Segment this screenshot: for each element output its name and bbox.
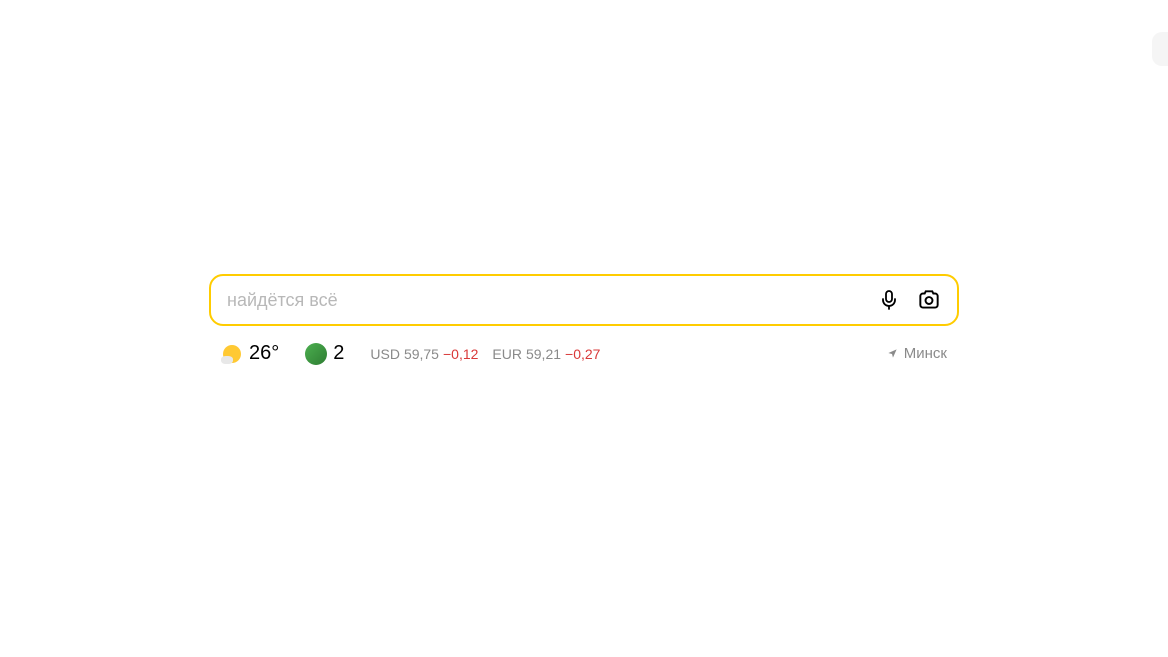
voice-search-button[interactable] — [875, 286, 903, 314]
eur-code: EUR — [492, 346, 522, 362]
search-bar — [209, 274, 959, 326]
eur-rate[interactable]: EUR 59,21 −0,27 — [492, 346, 600, 362]
eur-change: −0,27 — [565, 346, 600, 362]
weather-widget[interactable]: 26° — [221, 342, 279, 365]
location-arrow-icon — [887, 348, 899, 360]
usd-change: −0,12 — [443, 346, 478, 362]
image-search-button[interactable] — [915, 286, 943, 314]
traffic-widget[interactable]: 2 — [305, 342, 344, 365]
search-input[interactable] — [227, 290, 875, 311]
traffic-level-value: 2 — [333, 342, 344, 365]
location-widget[interactable]: Минск — [887, 345, 947, 362]
usd-rate[interactable]: USD 59,75 −0,12 — [370, 346, 478, 362]
main-container: 26° 2 USD 59,75 −0,12 EUR 59,21 −0,27 — [209, 274, 959, 365]
traffic-status-icon — [305, 343, 327, 365]
currency-rates: USD 59,75 −0,12 EUR 59,21 −0,27 — [370, 346, 600, 362]
location-city: Минск — [904, 345, 947, 362]
search-icons-group — [875, 286, 943, 314]
info-row: 26° 2 USD 59,75 −0,12 EUR 59,21 −0,27 — [209, 342, 959, 365]
usd-value: 59,75 — [404, 346, 439, 362]
microphone-icon — [877, 288, 901, 312]
temperature-value: 26° — [249, 342, 279, 365]
camera-icon — [916, 287, 942, 313]
side-tab[interactable] — [1152, 32, 1168, 66]
usd-code: USD — [370, 346, 400, 362]
sun-cloud-icon — [221, 343, 243, 365]
eur-value: 59,21 — [526, 346, 561, 362]
